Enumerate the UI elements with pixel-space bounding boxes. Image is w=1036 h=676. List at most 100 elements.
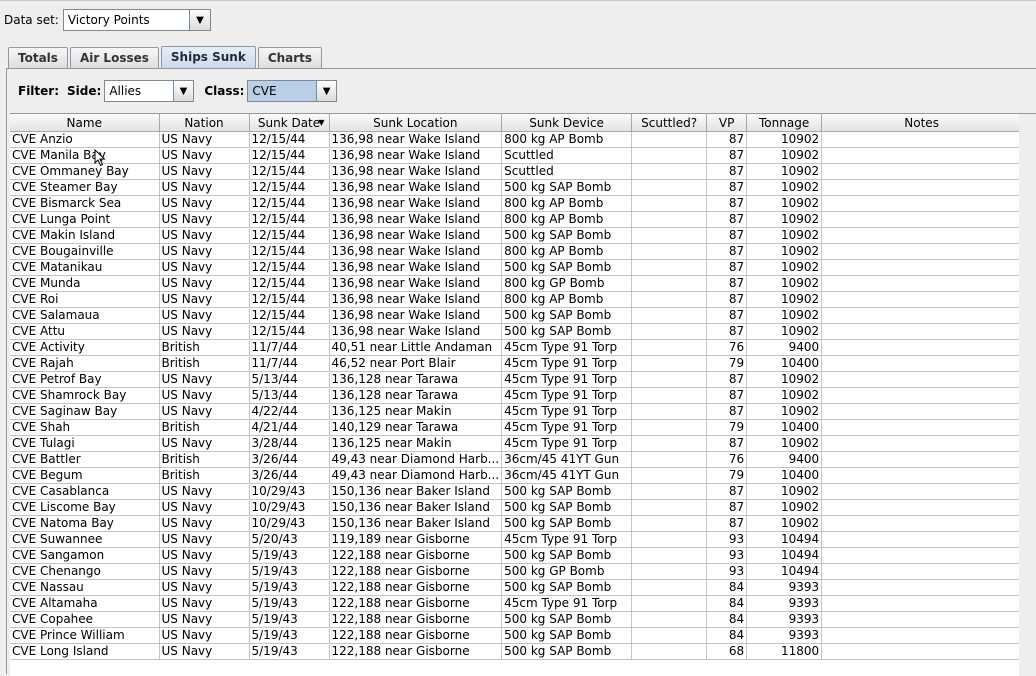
cell-tonnage: 10494: [746, 563, 823, 580]
cell-tonnage: 10400: [746, 419, 823, 436]
column-header-vp[interactable]: VP: [706, 114, 748, 132]
tab-air-losses[interactable]: Air Losses: [69, 47, 159, 68]
cell-sunk-location: 136,98 near Wake Island: [329, 179, 503, 196]
cell-name: CVE Bougainville: [10, 243, 160, 260]
cell-tonnage: 10902: [746, 243, 823, 260]
cell-vp: 79: [706, 467, 748, 484]
cell-sunk-date: 5/13/44: [249, 387, 330, 404]
table-row[interactable]: CVE Suwannee US Navy 5/20/43 119,189 near G…: [10, 531, 1023, 548]
cell-scuttled: [631, 387, 708, 404]
column-header-sunk-device[interactable]: Sunk Device: [501, 114, 633, 132]
cell-scuttled: [631, 403, 708, 420]
table-row[interactable]: CVE Sangamon US Navy 5/19/43 122,188 near G…: [10, 547, 1023, 564]
table-row[interactable]: CVE Manila Bay US Navy 12/15/44 136,98 near…: [10, 147, 1023, 164]
cell-sunk-location: 136,98 near Wake Island: [329, 259, 503, 276]
column-header-name[interactable]: Name: [10, 114, 160, 132]
table-row[interactable]: CVE Salamaua US Navy 12/15/44 136,98 near W…: [10, 307, 1023, 324]
table-row[interactable]: CVE Saginaw Bay US Navy 4/22/44 136,125 nea…: [10, 403, 1023, 420]
table-row[interactable]: CVE Battler British 3/26/44 49,43 near Diam…: [10, 451, 1023, 468]
column-header-sunk-date[interactable]: Sunk Date ▼: [249, 114, 330, 132]
column-header-notes[interactable]: Notes: [821, 114, 1023, 132]
table-row[interactable]: CVE Chenango US Navy 5/19/43 122,188 near G…: [10, 563, 1023, 580]
cell-scuttled: [631, 163, 708, 180]
table-row[interactable]: CVE Long Island US Navy 5/19/43 122,188 nea…: [10, 643, 1023, 660]
cell-notes: [821, 323, 1023, 340]
cell-notes: [821, 643, 1023, 660]
column-header-tonnage[interactable]: Tonnage: [746, 114, 823, 132]
cell-sunk-date: 12/15/44: [249, 163, 330, 180]
table-row[interactable]: CVE Petrof Bay US Navy 5/13/44 136,128 near…: [10, 371, 1023, 388]
column-header-sunk-location[interactable]: Sunk Location: [329, 114, 503, 132]
cell-name: CVE Begum: [10, 467, 160, 484]
cell-notes: [821, 195, 1023, 212]
cell-scuttled: [631, 371, 708, 388]
cell-tonnage: 10902: [746, 387, 823, 404]
table-row[interactable]: CVE Shah British 4/21/44 140,129 near Taraw…: [10, 419, 1023, 436]
column-header-nation[interactable]: Nation: [159, 114, 250, 132]
table-row[interactable]: CVE Matanikau US Navy 12/15/44 136,98 near …: [10, 259, 1023, 276]
dataset-select[interactable]: Victory Points ▼: [62, 9, 211, 31]
cell-sunk-device: 500 kg SAP Bomb: [501, 307, 633, 324]
table-row[interactable]: CVE Munda US Navy 12/15/44 136,98 near Wake…: [10, 275, 1023, 292]
table-row[interactable]: CVE Bougainville US Navy 12/15/44 136,98 ne…: [10, 243, 1023, 260]
column-header-label: Nation: [184, 115, 224, 130]
tab-ships-sunk[interactable]: Ships Sunk: [160, 46, 256, 69]
table-row[interactable]: CVE Attu US Navy 12/15/44 136,98 near Wake …: [10, 323, 1023, 340]
table-row[interactable]: CVE Liscome Bay US Navy 10/29/43 150,136 ne…: [10, 499, 1023, 516]
cell-sunk-device: 45cm Type 91 Torp: [501, 403, 633, 420]
class-select[interactable]: CVE ▼: [247, 80, 338, 102]
class-label: Class:: [204, 84, 245, 98]
table-row[interactable]: CVE Ommaney Bay US Navy 12/15/44 136,98 nea…: [10, 163, 1023, 180]
cell-tonnage: 11800: [746, 643, 823, 660]
table-row[interactable]: CVE Lunga Point US Navy 12/15/44 136,98 nea…: [10, 211, 1023, 228]
cell-nation: US Navy: [159, 275, 250, 292]
table-row[interactable]: CVE Makin Island US Navy 12/15/44 136,98 ne…: [10, 227, 1023, 244]
table-row[interactable]: CVE Bismarck Sea US Navy 12/15/44 136,98 ne…: [10, 195, 1023, 212]
tab-totals[interactable]: Totals: [8, 47, 68, 68]
cell-sunk-date: 12/15/44: [249, 211, 330, 228]
table-row[interactable]: CVE Casablanca US Navy 10/29/43 150,136 nea…: [10, 483, 1023, 500]
table-row[interactable]: CVE Roi US Navy 12/15/44 136,98 near Wake I…: [10, 291, 1023, 308]
table-row[interactable]: CVE Natoma Bay US Navy 10/29/43 150,136 nea…: [10, 515, 1023, 532]
table-row[interactable]: CVE Anzio US Navy 12/15/44 136,98 near Wake…: [10, 131, 1023, 148]
table-row[interactable]: CVE Shamrock Bay US Navy 5/13/44 136,128 ne…: [10, 387, 1023, 404]
chevron-down-icon[interactable]: ▼: [172, 81, 194, 101]
cell-nation: US Navy: [159, 131, 250, 148]
cell-sunk-date: 11/7/44: [249, 339, 330, 356]
table-row[interactable]: CVE Steamer Bay US Navy 12/15/44 136,98 nea…: [10, 179, 1023, 196]
cell-sunk-device: 45cm Type 91 Torp: [501, 419, 633, 436]
tab-charts[interactable]: Charts: [257, 47, 323, 68]
cell-nation: US Navy: [159, 531, 250, 548]
table-row[interactable]: CVE Begum British 3/26/44 49,43 near Diamon…: [10, 467, 1023, 484]
cell-name: CVE Matanikau: [10, 259, 160, 276]
chevron-down-icon[interactable]: ▼: [315, 81, 337, 101]
cell-name: CVE Lunga Point: [10, 211, 160, 228]
cell-sunk-location: 136,128 near Tarawa: [329, 387, 503, 404]
cell-tonnage: 10400: [746, 467, 823, 484]
cell-name: CVE Suwannee: [10, 531, 160, 548]
table-row[interactable]: CVE Altamaha US Navy 5/19/43 122,188 near G…: [10, 595, 1023, 612]
table-row[interactable]: CVE Activity British 11/7/44 40,51 near Lit…: [10, 339, 1023, 356]
cell-sunk-date: 12/15/44: [249, 179, 330, 196]
column-header-scuttled[interactable]: Scuttled?: [631, 114, 708, 132]
cell-sunk-date: 10/29/43: [249, 515, 330, 532]
cell-sunk-device: Scuttled: [501, 163, 633, 180]
side-select[interactable]: Allies ▼: [104, 80, 195, 102]
ships-sunk-panel: Filter: Side: Allies ▼ Class: CVE ▼ Name…: [6, 68, 1036, 676]
cell-vp: 84: [706, 595, 748, 612]
table-row[interactable]: CVE Prince William US Navy 5/19/43 122,188 …: [10, 627, 1023, 644]
mouse-cursor-icon: [94, 149, 106, 167]
table-row[interactable]: CVE Tulagi US Navy 3/28/44 136,125 near Mak…: [10, 435, 1023, 452]
filter-label: Filter:: [18, 84, 60, 98]
cell-name: CVE Salamaua: [10, 307, 160, 324]
cell-sunk-location: 136,98 near Wake Island: [329, 163, 503, 180]
cell-sunk-device: 500 kg SAP Bomb: [501, 579, 633, 596]
cell-sunk-location: 122,188 near Gisborne: [329, 627, 503, 644]
column-header-label: Sunk Location: [373, 115, 458, 130]
cell-sunk-location: 150,136 near Baker Island: [329, 515, 503, 532]
table-row[interactable]: CVE Nassau US Navy 5/19/43 122,188 near Gis…: [10, 579, 1023, 596]
cell-sunk-date: 5/13/44: [249, 371, 330, 388]
table-row[interactable]: CVE Rajah British 11/7/44 46,52 near Port B…: [10, 355, 1023, 372]
chevron-down-icon[interactable]: ▼: [189, 10, 210, 30]
table-row[interactable]: CVE Copahee US Navy 5/19/43 122,188 near Gi…: [10, 611, 1023, 628]
